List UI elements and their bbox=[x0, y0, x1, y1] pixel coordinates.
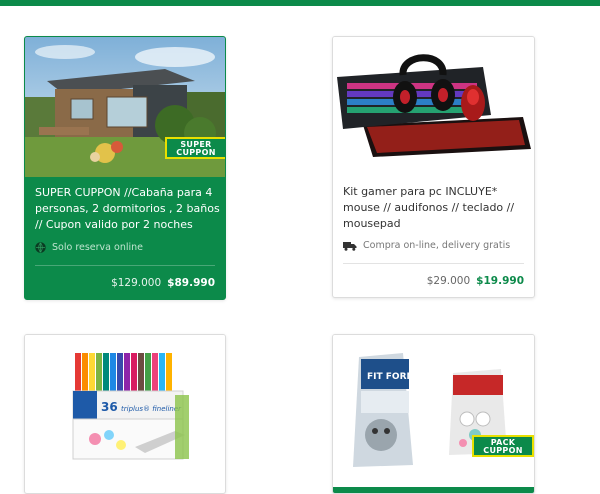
old-price: $29.000 bbox=[426, 275, 471, 287]
super-cuppon-badge: SUPER CUPPON bbox=[165, 137, 225, 159]
product-card-cabana[interactable]: SUPER CUPPON SUPER CUPPON //Cabaña para 4… bbox=[24, 36, 226, 300]
product-title[interactable]: SUPER CUPPON //Cabaña para 4 personas, 2… bbox=[35, 185, 221, 233]
card-divider bbox=[35, 265, 215, 266]
fit-formula-brand-text: FIT FORMULA bbox=[367, 372, 435, 382]
feature-text: Solo reserva online bbox=[52, 242, 143, 253]
product-title[interactable]: Kit gamer para pc INCLUYE* mouse // audi… bbox=[343, 184, 529, 232]
price-row: $129.000 $89.990 bbox=[111, 277, 215, 289]
old-price: $129.000 bbox=[111, 277, 162, 289]
markers-brand-text: triplus® fineliner bbox=[121, 405, 182, 413]
price-row: $29.000 $19.990 bbox=[427, 275, 524, 287]
markers-image[interactable]: 36 triplus® fineliner bbox=[25, 335, 225, 481]
product-card-markers[interactable]: 36 triplus® fineliner bbox=[24, 334, 226, 494]
truck-icon bbox=[343, 241, 357, 251]
card-divider bbox=[343, 263, 524, 264]
feature-row: Solo reserva online bbox=[35, 242, 143, 253]
card-bottom-strip bbox=[333, 487, 534, 493]
product-card-kit-gamer[interactable]: Kit gamer para pc INCLUYE* mouse // audi… bbox=[332, 36, 535, 298]
new-price: $19.990 bbox=[476, 275, 524, 287]
top-accent-bar bbox=[0, 0, 600, 6]
kit-gamer-image[interactable] bbox=[333, 37, 534, 167]
pack-cuppon-badge: PACK CUPPON bbox=[472, 435, 534, 457]
fit-formula-image[interactable]: FIT FORMULA bbox=[333, 335, 534, 481]
globe-icon bbox=[35, 242, 46, 253]
markers-count-text: 36 bbox=[101, 400, 118, 414]
feature-text: Compra on-line, delivery gratis bbox=[363, 240, 511, 251]
new-price: $89.990 bbox=[167, 277, 215, 289]
product-card-fit-formula[interactable]: FIT FORMULA PACK CUPPON bbox=[332, 334, 535, 494]
feature-row: Compra on-line, delivery gratis bbox=[343, 240, 510, 251]
